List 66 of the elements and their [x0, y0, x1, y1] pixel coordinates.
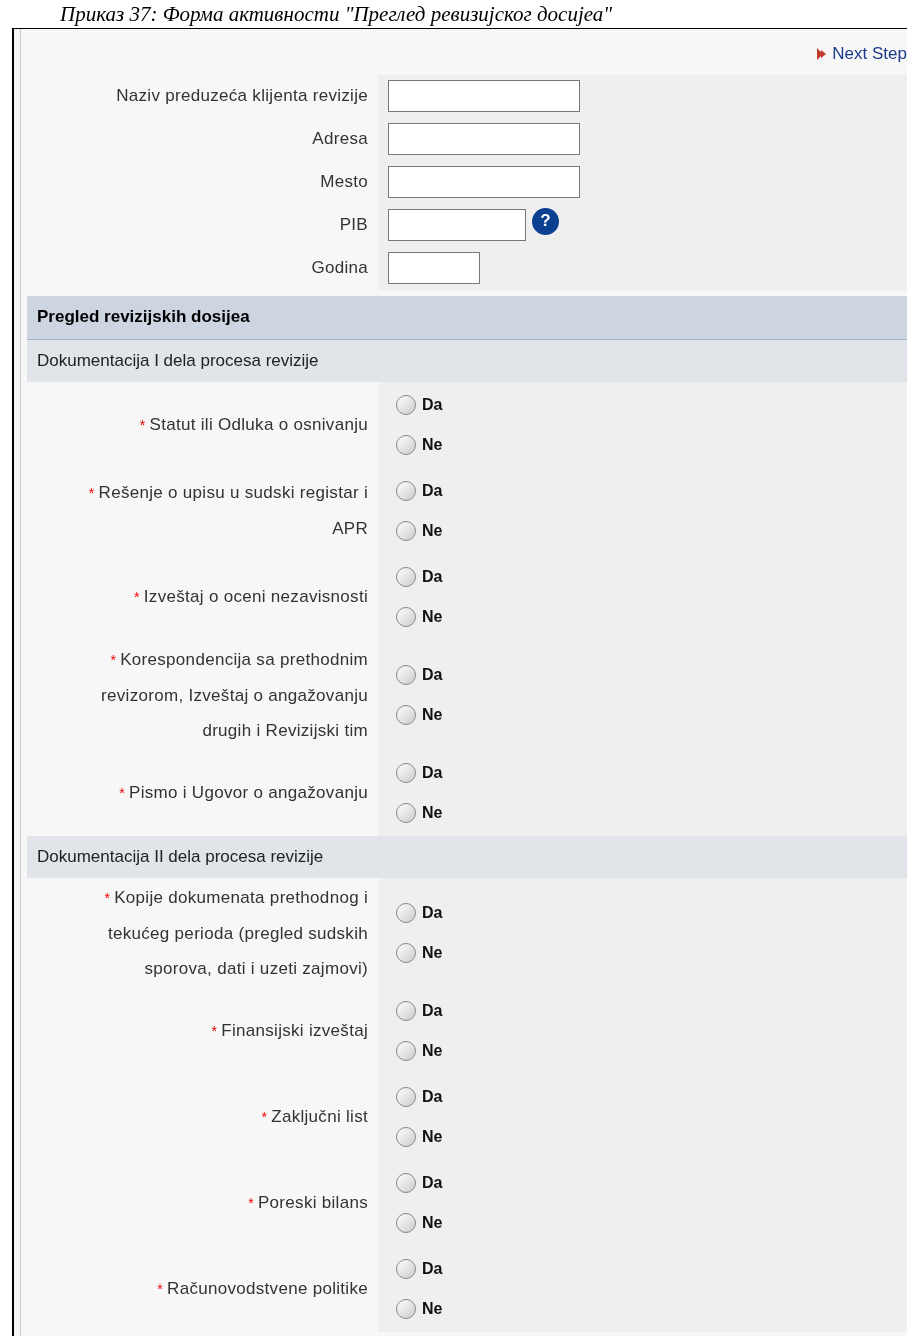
option-label: Ne [422, 606, 443, 627]
field-label: Adresa [312, 128, 368, 151]
radio-button[interactable] [396, 762, 416, 783]
radio-button[interactable] [396, 1040, 416, 1061]
option-label: Da [422, 902, 443, 923]
radio-button[interactable] [396, 942, 416, 963]
radio-button[interactable] [396, 802, 416, 823]
help-button[interactable]: ? [532, 207, 559, 235]
option-label: Ne [422, 1298, 443, 1319]
option-label: Da [422, 1172, 443, 1193]
option-label: Da [422, 1258, 443, 1279]
option-label: Ne [422, 1040, 443, 1061]
option-label: Da [422, 1000, 443, 1021]
radio-button[interactable] [396, 1258, 416, 1279]
radio-button[interactable] [396, 566, 416, 587]
question-label: * Zaključni list [261, 1105, 368, 1128]
question-label: * Izveštaj o oceni nezavisnosti [134, 585, 368, 608]
radio-button[interactable] [396, 1298, 416, 1319]
field-label: Naziv preduzeća klijenta revizije [116, 85, 368, 108]
option-label: Da [422, 664, 443, 685]
group-header: Dokumentacija I dela procesa revizije [27, 339, 907, 382]
radio-button[interactable] [396, 664, 416, 685]
radio-button[interactable] [396, 1212, 416, 1233]
option-label: Ne [422, 942, 443, 963]
field-label: Mesto [320, 171, 368, 194]
field-label: Godina [311, 257, 368, 280]
radio-button[interactable] [396, 902, 416, 923]
text-field[interactable] [388, 252, 480, 284]
option-label: Da [422, 566, 443, 587]
group-header: Dokumentacija II dela procesa revizije [27, 835, 907, 878]
radio-button[interactable] [396, 1086, 416, 1107]
option-label: Da [422, 394, 443, 415]
next-step-link[interactable]: Next Step [816, 41, 907, 67]
option-label: Ne [422, 802, 443, 823]
field-label: PIB [339, 214, 368, 237]
option-label: Ne [422, 1212, 443, 1233]
radio-button[interactable] [396, 520, 416, 541]
option-label: Da [422, 480, 443, 501]
option-label: Ne [422, 520, 443, 541]
text-field[interactable] [388, 123, 580, 155]
option-label: Ne [422, 1126, 443, 1147]
radio-button[interactable] [396, 1126, 416, 1147]
radio-button[interactable] [396, 704, 416, 725]
question-label: * Računovodstvene politike [157, 1277, 368, 1300]
radio-button[interactable] [396, 434, 416, 455]
question-label: * Korespondencija sa prethodnim revizorom, Izveštaj o angažovanju drugih i Revizijski tim [100, 648, 368, 742]
radio-button[interactable] [396, 1172, 416, 1193]
radio-button[interactable] [396, 606, 416, 627]
radio-button[interactable] [396, 394, 416, 415]
text-field[interactable] [388, 80, 580, 112]
option-label: Ne [422, 434, 443, 455]
section-header: Pregled revizijskih dosijea [27, 295, 907, 340]
question-label: * Rešenje o upisu u sudski registar i APR [87, 482, 368, 540]
figure-caption: Приказ 37: Форма активности "Преглед ревизијског досијеа" [60, 1, 613, 27]
question-label: * Kopije dokumenata prethodnog i tekućeg perioda (pregled sudskih sporova, dati i uzeti zajmovi) [103, 886, 368, 980]
text-field[interactable] [388, 209, 526, 241]
question-label: * Pismo i Ugovor o angažovanju [119, 781, 368, 804]
option-label: Ne [422, 704, 443, 725]
radio-button[interactable] [396, 1000, 416, 1021]
question-label: * Statut ili Odluka o osnivanju [139, 413, 368, 436]
option-label: Da [422, 762, 443, 783]
radio-button[interactable] [396, 480, 416, 501]
text-field[interactable] [388, 166, 580, 198]
question-label: * Poreski bilans [248, 1191, 368, 1214]
option-label: Da [422, 1086, 443, 1107]
question-label: * Finansijski izveštaj [211, 1019, 368, 1042]
